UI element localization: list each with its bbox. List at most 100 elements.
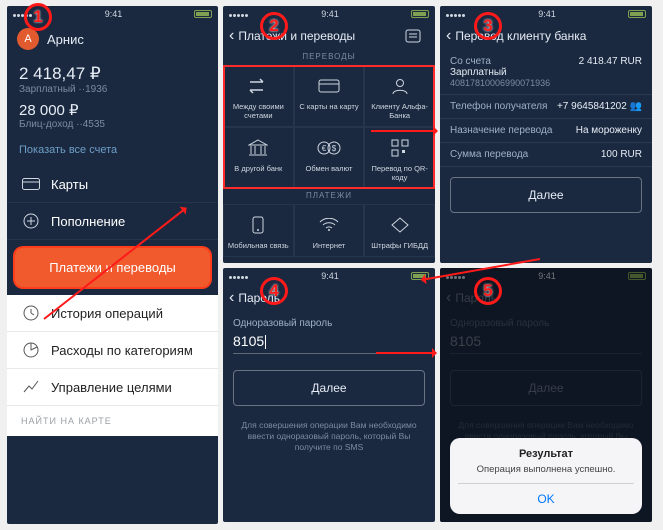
screen-2-payments: 9:41 ‹ Платежи и переводы ПЕРЕВОДЫ Между…: [223, 6, 435, 263]
alert-ok-button[interactable]: OK: [458, 483, 634, 514]
payments-grid: Мобильная связь Интернет Штрафы ГИБДД: [223, 204, 435, 257]
row-purpose[interactable]: Назначение перевода На мороженку: [440, 119, 652, 143]
next-button[interactable]: Далее: [450, 177, 642, 213]
screen-3-transfer-form: 9:41 ‹ Перевод клиенту банка Со счета За…: [440, 6, 652, 263]
arrow-4-5-icon: [376, 352, 436, 354]
step-badge-2: 2: [260, 12, 288, 40]
back-icon[interactable]: ‹: [229, 289, 234, 307]
status-bar: 9:41: [440, 6, 652, 22]
section-payments-label: ПЛАТЕЖИ: [223, 189, 435, 204]
text-caret-icon: [265, 335, 266, 349]
cell-other-bank[interactable]: В другой банк: [223, 127, 294, 189]
exchange-icon: €$: [297, 136, 362, 160]
show-all-accounts-link[interactable]: Показать все счета: [7, 138, 218, 166]
account-2-label: Блиц-доход: [19, 119, 73, 130]
from-name: Зарплатный: [450, 67, 550, 78]
menu-history[interactable]: История операций: [7, 295, 218, 332]
avatar: A: [17, 28, 39, 50]
account-1-amount: 2 418,47 ₽: [19, 64, 206, 84]
step-badge-4: 4: [260, 277, 288, 305]
nav-bar: ‹ Пароль: [223, 284, 435, 312]
cell-alfa-client[interactable]: Клиенту Альфа-Банка: [364, 65, 435, 127]
menu-payments-button[interactable]: Платежи и переводы: [15, 248, 210, 287]
menu-goals[interactable]: Управление целями: [7, 369, 218, 406]
status-time: 9:41: [321, 9, 339, 19]
status-time: 9:41: [105, 9, 123, 19]
from-label: Со счета: [450, 56, 550, 67]
otp-value: 8105: [233, 333, 264, 349]
row-from-account[interactable]: Со счета Зарплатный 40817810006990071936…: [440, 50, 652, 95]
qr-icon: [367, 136, 432, 160]
step-badge-1: 1: [24, 3, 52, 31]
cell-internet[interactable]: Интернет: [294, 204, 365, 257]
account-1[interactable]: 2 418,47 ₽ Зарплатный ··1936 28 000 ₽ Бл…: [7, 60, 218, 138]
result-alert: Результат Операция выполнена успешно. OK: [450, 438, 642, 514]
menu-topup-label: Пополнение: [51, 214, 125, 229]
screen-5-result: 9:41 ‹ Пароль Одноразовый пароль 8105 Да…: [440, 268, 652, 522]
svg-text:$: $: [332, 144, 337, 153]
menu-cards-label: Карты: [51, 177, 88, 192]
clock-icon: [21, 305, 41, 321]
cell-mobile[interactable]: Мобильная связь: [223, 204, 294, 257]
card-icon: [297, 74, 362, 98]
cell-exchange[interactable]: €$Обмен валют: [294, 127, 365, 189]
police-icon: [367, 213, 432, 237]
status-bar: 9:41: [223, 6, 435, 22]
from-number: 40817810006990071936: [450, 78, 550, 88]
step-badge-3: 3: [474, 12, 502, 40]
cell-between-own[interactable]: Между своими счетами: [223, 65, 294, 127]
signal-dots-icon: [229, 9, 249, 19]
back-icon[interactable]: ‹: [229, 27, 234, 45]
svg-text:€: €: [322, 144, 327, 153]
chart-line-icon: [21, 379, 41, 395]
alert-message: Операция выполнена успешно.: [458, 464, 634, 475]
account-1-id: ··1936: [78, 84, 107, 95]
account-1-label: Зарплатный: [19, 84, 76, 95]
signal-dots-icon: [229, 271, 249, 281]
person-icon: [367, 74, 432, 98]
template-icon[interactable]: [405, 29, 429, 43]
menu-expenses[interactable]: Расходы по категориям: [7, 332, 218, 369]
mobile-icon: [226, 213, 291, 237]
battery-icon: [411, 10, 429, 18]
cell-qr[interactable]: Перевод по QR-коду: [364, 127, 435, 189]
contacts-icon[interactable]: 👥: [630, 101, 642, 112]
row-recipient-phone[interactable]: Телефон получателя +7 9645841202 👥: [440, 95, 652, 119]
row-amount[interactable]: Сумма перевода 100 RUR: [440, 143, 652, 167]
menu-expenses-label: Расходы по категориям: [51, 343, 193, 358]
transfers-grid: Между своими счетами С карты на карту Кл…: [223, 65, 435, 189]
transfer-own-icon: [226, 74, 291, 98]
cell-fines[interactable]: Штрафы ГИБДД: [364, 204, 435, 257]
phone-label: Телефон получателя: [450, 101, 547, 112]
amount-label: Сумма перевода: [450, 149, 528, 160]
cell-card-to-card[interactable]: С карты на карту: [294, 65, 365, 127]
white-menu-section: История операций Расходы по категориям У…: [7, 295, 218, 436]
next-button[interactable]: Далее: [233, 370, 425, 406]
alert-title: Результат: [458, 448, 634, 460]
from-balance: 2 418.47 RUR: [579, 56, 642, 67]
user-name: Арнис: [47, 32, 84, 47]
plus-icon: [21, 213, 41, 229]
pie-icon: [21, 342, 41, 358]
status-time: 9:41: [538, 9, 556, 19]
section-transfers-label: ПЕРЕВОДЫ: [223, 50, 435, 65]
status-time: 9:41: [321, 271, 339, 281]
account-2-amount: 28 000 ₽: [19, 101, 206, 119]
otp-hint: Для совершения операции Вам необходимо в…: [223, 416, 435, 457]
battery-icon: [628, 10, 646, 18]
otp-label: Одноразовый пароль: [233, 318, 425, 329]
status-bar: 9:41: [223, 268, 435, 284]
arrow-2-3-icon: [371, 130, 437, 132]
phone-value: +7 9645841202: [557, 101, 627, 112]
back-icon[interactable]: ‹: [446, 27, 451, 45]
cards-icon: [21, 176, 41, 192]
amount-value: 100 RUR: [601, 149, 642, 160]
nav-bar: ‹ Платежи и переводы: [223, 22, 435, 50]
find-on-map-label: НАЙТИ НА КАРТЕ: [7, 406, 218, 436]
signal-dots-icon: [446, 9, 466, 19]
purpose-value: На мороженку: [576, 125, 642, 136]
menu-history-label: История операций: [51, 306, 163, 321]
wifi-icon: [297, 213, 362, 237]
step-badge-5: 5: [474, 277, 502, 305]
menu-cards[interactable]: Карты: [7, 166, 218, 203]
